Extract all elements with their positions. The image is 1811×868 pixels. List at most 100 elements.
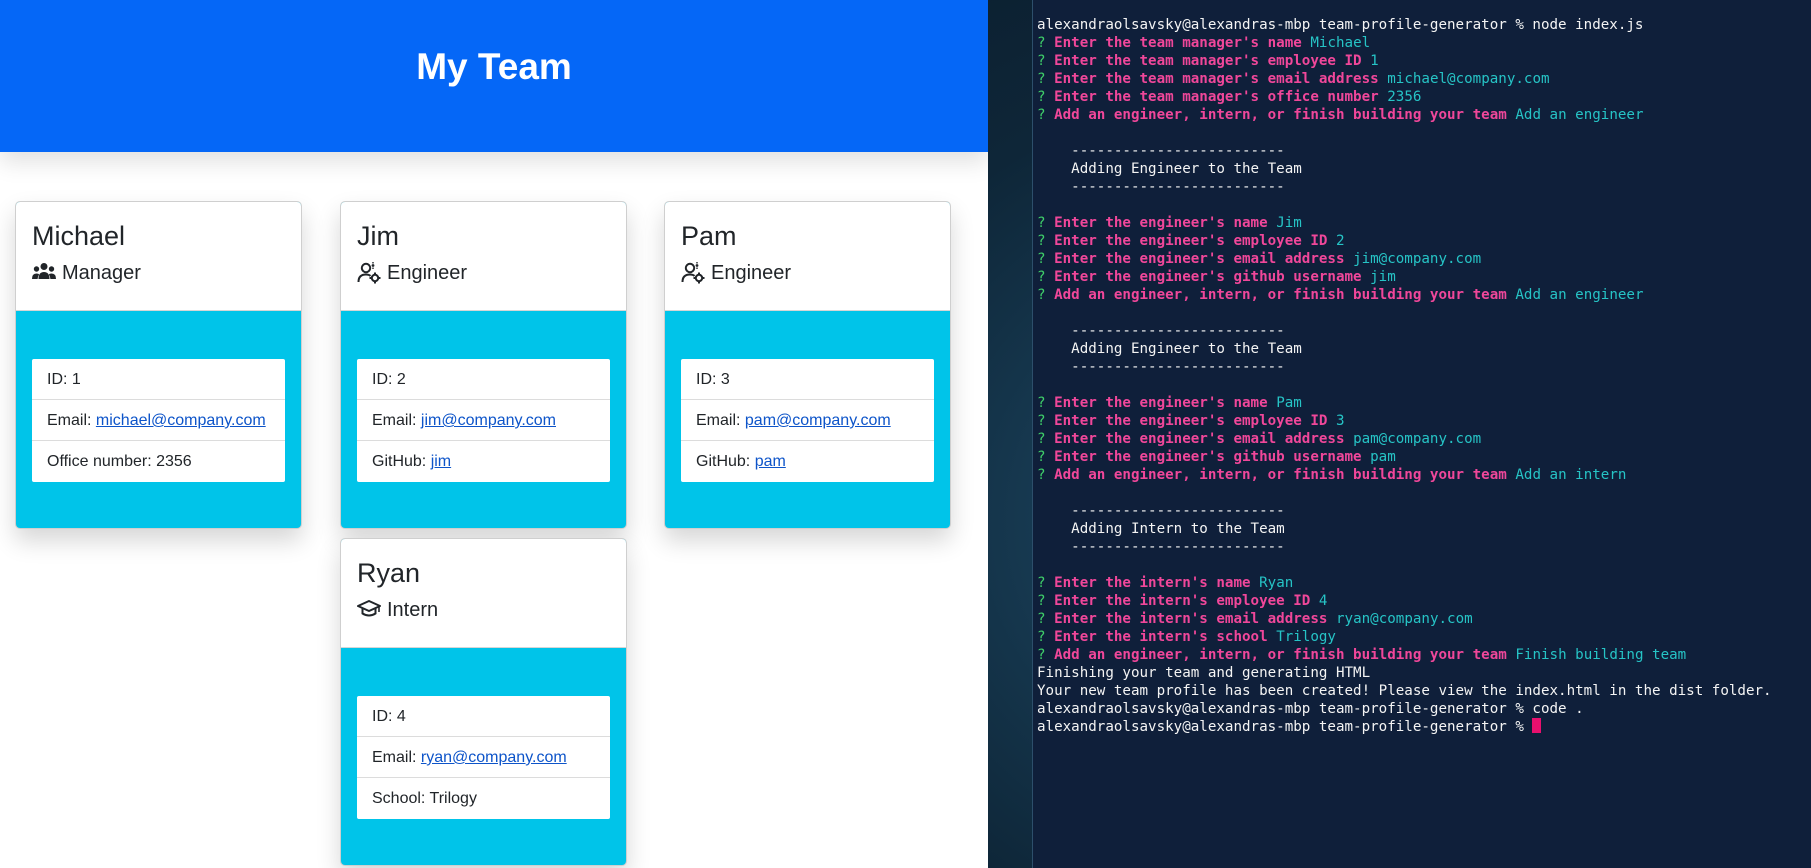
prompt-answer: 4 xyxy=(1318,593,1328,609)
detail-school: School: Trilogy xyxy=(372,790,477,807)
terminal-question-line: ? Enter the team manager's office number… xyxy=(1037,88,1811,106)
terminal-command-line: alexandraolsavsky@alexandras-mbp team-pr… xyxy=(1037,16,1811,34)
prompt-question: Enter the intern's email address xyxy=(1054,611,1328,627)
detail-email: Email: jim@company.com xyxy=(357,400,610,441)
output-text: ------------------------- xyxy=(1037,323,1285,339)
prompt-answer: pam xyxy=(1370,449,1396,465)
role-label: Intern xyxy=(387,599,439,621)
employee-role: Engineer xyxy=(357,261,626,285)
prompt-answer: Trilogy xyxy=(1276,629,1336,645)
prompt-question: Enter the team manager's email address xyxy=(1054,71,1379,87)
terminal-output-line: ------------------------- xyxy=(1037,322,1811,340)
detail-id: ID: 2 xyxy=(357,359,610,400)
terminal-question-line: ? Enter the engineer's email address jim… xyxy=(1037,250,1811,268)
prompt-question: Enter the engineer's email address xyxy=(1054,251,1345,267)
shell-command: node index.js xyxy=(1532,17,1644,33)
detail-id: ID: 1 xyxy=(32,359,285,400)
terminal-output-line: Adding Engineer to the Team xyxy=(1037,160,1811,178)
output-text: ------------------------- xyxy=(1037,539,1285,555)
prompt-answer: Add an intern xyxy=(1515,467,1627,483)
email-link[interactable]: pam@company.com xyxy=(745,412,891,429)
card-header: Pam Engineer xyxy=(665,202,950,311)
detail-email: Email: pam@company.com xyxy=(681,400,934,441)
shell-prompt: alexandraolsavsky@alexandras-mbp team-pr… xyxy=(1037,701,1533,717)
email-link[interactable]: ryan@company.com xyxy=(421,749,567,766)
question-mark-icon: ? xyxy=(1037,647,1055,663)
terminal-question-line: ? Add an engineer, intern, or finish bui… xyxy=(1037,646,1811,664)
graduation-cap-icon xyxy=(357,599,381,621)
terminal-question-line: ? Enter the intern's name Ryan xyxy=(1037,574,1811,592)
page-title: My Team xyxy=(416,46,572,87)
email-link[interactable]: jim@company.com xyxy=(421,412,556,429)
output-text: ------------------------- xyxy=(1037,359,1285,375)
terminal-question-line: ? Add an engineer, intern, or finish bui… xyxy=(1037,286,1811,304)
question-mark-icon: ? xyxy=(1037,107,1055,123)
terminal-cursor xyxy=(1532,718,1542,733)
terminal-output-line: ------------------------- xyxy=(1037,178,1811,196)
terminal-output-line: ------------------------- xyxy=(1037,142,1811,160)
output-text: ------------------------- xyxy=(1037,503,1285,519)
question-mark-icon: ? xyxy=(1037,413,1055,429)
email-link[interactable]: michael@company.com xyxy=(96,412,266,429)
users-icon xyxy=(32,262,56,284)
question-mark-icon: ? xyxy=(1037,395,1055,411)
detail-id: ID: 4 xyxy=(357,696,610,737)
prompt-question: Enter the intern's name xyxy=(1054,575,1251,591)
terminal-question-line: ? Enter the intern's school Trilogy xyxy=(1037,628,1811,646)
prompt-answer: ryan@company.com xyxy=(1335,611,1473,627)
prompt-question: Add an engineer, intern, or finish build… xyxy=(1054,467,1507,483)
question-mark-icon: ? xyxy=(1037,431,1055,447)
email-label: Email: xyxy=(696,412,745,429)
prompt-question: Enter the engineer's github username xyxy=(1054,449,1362,465)
shell-command: code . xyxy=(1532,701,1584,717)
question-mark-icon: ? xyxy=(1037,215,1055,231)
question-mark-icon: ? xyxy=(1037,71,1055,87)
prompt-answer: Ryan xyxy=(1259,575,1294,591)
detail-github: GitHub: pam xyxy=(681,441,934,482)
employee-details: ID: 4 Email: ryan@company.com School: Tr… xyxy=(357,696,610,819)
terminal-question-line: ? Enter the team manager's employee ID 1 xyxy=(1037,52,1811,70)
question-mark-icon: ? xyxy=(1037,35,1055,51)
role-label: Engineer xyxy=(387,262,468,284)
terminal-output-line: ------------------------- xyxy=(1037,358,1811,376)
prompt-answer: jim@company.com xyxy=(1353,251,1482,267)
github-link[interactable]: pam xyxy=(755,453,786,470)
prompt-answer: 2356 xyxy=(1387,89,1422,105)
prompt-question: Enter the engineer's email address xyxy=(1054,431,1345,447)
terminal-output: alexandraolsavsky@alexandras-mbp team-pr… xyxy=(1037,16,1811,736)
detail-github: GitHub: jim xyxy=(357,441,610,482)
prompt-question: Enter the engineer's name xyxy=(1054,395,1268,411)
employee-details: ID: 1 Email: michael@company.com Office … xyxy=(32,359,285,482)
prompt-question: Enter the team manager's name xyxy=(1054,35,1302,51)
terminal-command-line: alexandraolsavsky@alexandras-mbp team-pr… xyxy=(1037,700,1811,718)
terminal-question-line: ? Enter the intern's email address ryan@… xyxy=(1037,610,1811,628)
github-link[interactable]: jim xyxy=(431,453,451,470)
terminal-window[interactable]: alexandraolsavsky@alexandras-mbp team-pr… xyxy=(1032,0,1811,868)
terminal-question-line: ? Enter the engineer's name Jim xyxy=(1037,214,1811,232)
employee-card-engineer: Jim Engineer ID: 2 Email: jim@company.co… xyxy=(340,201,627,529)
terminal-question-line: ? Enter the engineer's email address pam… xyxy=(1037,430,1811,448)
terminal-question-line: ? Enter the intern's employee ID 4 xyxy=(1037,592,1811,610)
employee-details: ID: 2 Email: jim@company.com GitHub: jim xyxy=(357,359,610,482)
prompt-question: Enter the intern's school xyxy=(1054,629,1268,645)
detail-email: Email: ryan@company.com xyxy=(357,737,610,778)
prompt-answer: Add an engineer xyxy=(1515,287,1644,303)
prompt-answer: Pam xyxy=(1276,395,1302,411)
terminal-output-line: ------------------------- xyxy=(1037,538,1811,556)
terminal-question-line: ? Enter the engineer's github username p… xyxy=(1037,448,1811,466)
card-header: Michael Manager xyxy=(16,202,301,311)
